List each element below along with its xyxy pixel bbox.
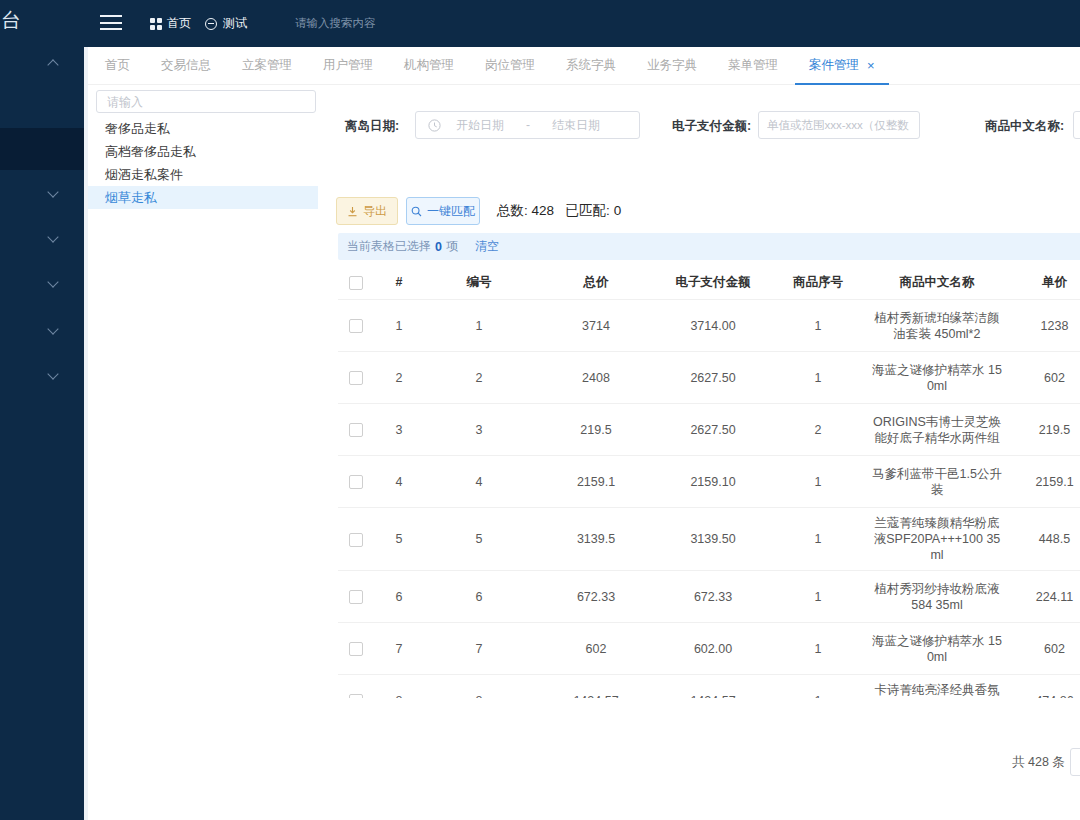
chevron-down-icon[interactable] [47,231,58,242]
data-table: #编号总价电子支付金额商品序号商品中文名称单价1137143714.001植村秀… [338,265,1080,698]
table-row-7: 77602602.001海蓝之谜修护精萃水 150ml602 [338,623,1080,675]
tab-2[interactable]: 立案管理 [242,57,292,74]
tab-8[interactable]: 菜单管理 [728,57,778,74]
table-row-2: 2224082627.501海蓝之谜修护精萃水 150ml602 [338,352,1080,404]
topbar-home[interactable]: 首页 [150,0,191,47]
page-size-select[interactable] [1070,748,1080,776]
download-icon [347,206,358,217]
brand-logo: 台 [1,7,21,34]
name-filter-label: 商品中文名称: [985,118,1064,135]
category-search-input[interactable] [96,90,316,113]
date-end-placeholder: 结束日期 [552,117,600,134]
amount-filter-label: 电子支付金额: [672,118,751,135]
category-list: 奢侈品走私高档奢侈品走私烟酒走私案件烟草走私 [88,117,318,209]
selection-info-bar: 当前表格已选择 0 项 清空 [338,233,1080,260]
amount-input[interactable] [758,111,920,139]
pagination-total: 共 428 条 [1012,754,1065,771]
row-checkbox[interactable] [349,642,363,656]
table-row-8: 881424.571424.571卡诗菁纯亮泽经典香氛474.86 [338,675,1080,698]
global-search-input[interactable]: 请输入搜索内容 [295,0,376,47]
clock-icon [428,119,441,132]
grid-icon [150,18,161,29]
tab-0[interactable]: 首页 [105,57,130,74]
chevron-down-icon[interactable] [47,368,58,379]
column-header: # [374,267,424,297]
row-checkbox[interactable] [349,533,363,547]
topbar-test[interactable]: 测试 [205,0,247,47]
date-start-placeholder: 开始日期 [456,117,504,134]
chevron-down-icon[interactable] [47,323,58,334]
tab-active[interactable]: 案件管理× [809,47,875,85]
column-header: 商品中文名称 [868,267,1006,297]
tabbar: 首页 交易信息 立案管理 用户管理 机构管理 岗位管理 系统字典 业务字典 菜单管理 案件管理× [88,47,1080,85]
column-header: 商品序号 [768,267,868,297]
category-item-2[interactable]: 烟酒走私案件 [88,163,318,186]
table-row-6: 66672.33672.331植村秀羽纱持妆粉底液 584 35ml224.11 [338,571,1080,623]
chevron-down-icon[interactable] [47,276,58,287]
search-icon [411,206,422,217]
tab-6[interactable]: 系统字典 [566,57,616,74]
row-checkbox[interactable] [349,475,363,489]
match-button[interactable]: 一键匹配 [406,197,480,225]
row-checkbox[interactable] [349,694,363,698]
tab-7[interactable]: 业务字典 [647,57,697,74]
chevron-up-icon[interactable] [47,59,58,70]
minus-circle-icon [205,18,217,30]
chevron-down-icon[interactable] [47,186,58,197]
export-button[interactable]: 导出 [336,197,398,225]
row-checkbox[interactable] [349,590,363,604]
table-row-4: 442159.12159.101马爹利蓝带干邑1.5公升装2159.1 [338,456,1080,508]
date-separator: - [526,118,530,132]
category-item-1[interactable]: 高档奢侈品走私 [88,140,318,163]
tab-close-icon[interactable]: × [867,58,875,73]
select-all-checkbox[interactable] [349,276,363,290]
table-stats: 总数: 428 已匹配: 0 [497,202,621,220]
tab-1[interactable]: 交易信息 [161,57,211,74]
column-header: 总价 [534,267,658,297]
row-checkbox[interactable] [349,423,363,437]
tab-4[interactable]: 机构管理 [404,57,454,74]
table-row-1: 1137143714.001植村秀新琥珀缘萃洁颜油套装 450ml*21238 [338,300,1080,352]
product-name-input[interactable] [1073,111,1080,139]
row-checkbox[interactable] [349,371,363,385]
menu-toggle-icon[interactable] [100,15,122,31]
category-item-0[interactable]: 奢侈品走私 [88,117,318,140]
tab-3[interactable]: 用户管理 [323,57,373,74]
column-header: 电子支付金额 [658,267,768,297]
table-row-5: 553139.53139.501兰蔻菁纯臻颜精华粉底液SPF20PA+++100… [338,508,1080,571]
row-checkbox[interactable] [349,319,363,333]
tab-5[interactable]: 岗位管理 [485,57,535,74]
sidebar-item-selected[interactable] [0,128,84,170]
topbar: 台 首页 测试 请输入搜索内容 [0,0,1080,47]
category-item-3[interactable]: 烟草走私 [88,186,318,209]
table-row-3: 33219.52627.502ORIGINS韦博士灵芝焕能好底子精华水两件组21… [338,404,1080,456]
date-range-picker[interactable]: 开始日期 - 结束日期 [415,111,640,139]
column-header: 单价 [1006,267,1080,297]
sidebar [0,47,84,820]
column-header: 编号 [424,267,534,297]
clear-selection-link[interactable]: 清空 [475,238,499,255]
date-filter-label: 离岛日期: [345,118,399,135]
table-header-row: #编号总价电子支付金额商品序号商品中文名称单价 [338,265,1080,300]
